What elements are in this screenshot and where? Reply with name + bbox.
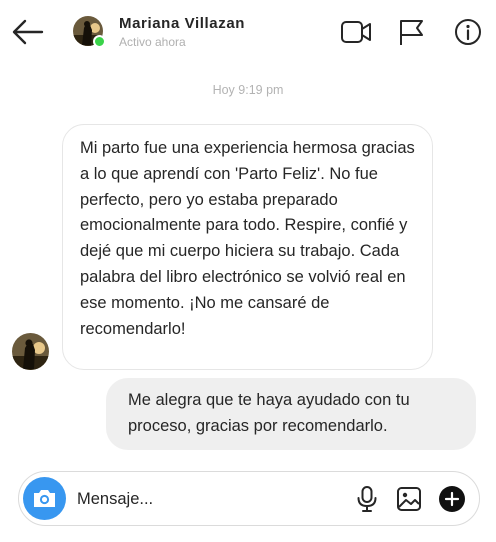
microphone-icon[interactable] bbox=[353, 485, 381, 513]
back-arrow-icon[interactable] bbox=[12, 17, 44, 47]
info-icon[interactable] bbox=[452, 18, 484, 46]
online-indicator bbox=[93, 35, 106, 48]
video-call-icon[interactable] bbox=[340, 18, 372, 46]
chat-header: Mariana Villazan Activo ahora bbox=[0, 0, 496, 62]
sender-avatar[interactable] bbox=[12, 333, 49, 370]
message-input[interactable] bbox=[77, 484, 347, 514]
message-timestamp: Hoy 9:19 pm bbox=[212, 83, 284, 97]
camera-button[interactable] bbox=[23, 477, 66, 520]
incoming-message-bubble[interactable]: Mi parto fue una experiencia hermosa gra… bbox=[62, 124, 433, 370]
contact-avatar[interactable] bbox=[73, 16, 106, 48]
outgoing-message-bubble[interactable]: Me alegra que te haya ayudado con tu pro… bbox=[106, 378, 476, 450]
contact-status: Activo ahora bbox=[119, 35, 186, 49]
add-icon[interactable] bbox=[438, 485, 466, 513]
message-composer bbox=[18, 471, 480, 526]
camera-icon bbox=[34, 490, 55, 507]
contact-name[interactable]: Mariana Villazan bbox=[119, 15, 245, 32]
report-flag-icon[interactable] bbox=[396, 18, 428, 46]
image-icon[interactable] bbox=[395, 485, 423, 513]
